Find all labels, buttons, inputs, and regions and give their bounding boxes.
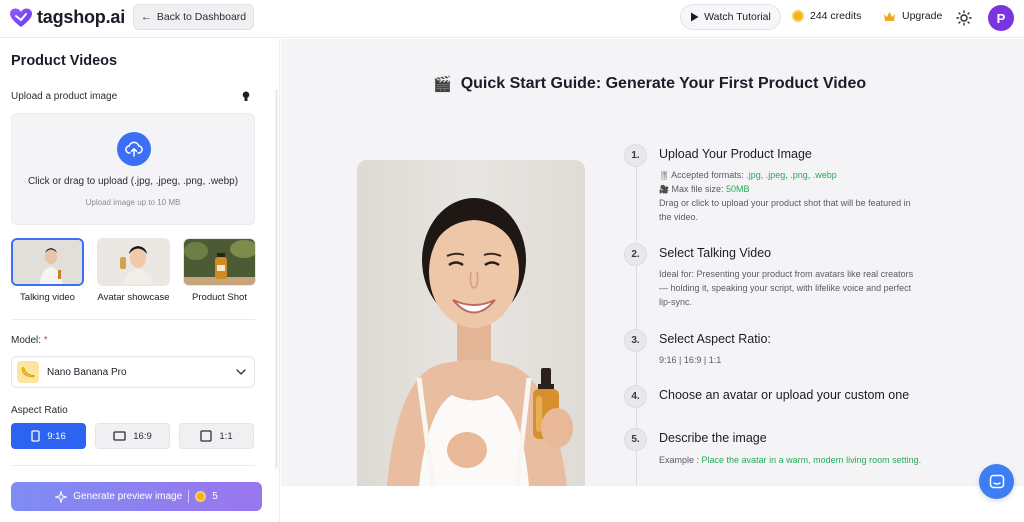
coin-icon bbox=[195, 491, 207, 502]
step-5-number: 5. bbox=[624, 428, 647, 451]
sparkle-icon bbox=[55, 490, 68, 503]
step-2-title: Select Talking Video bbox=[659, 246, 772, 260]
upgrade-label: Upgrade bbox=[902, 10, 943, 22]
aspect-16-9-button[interactable]: 16:9 bbox=[95, 423, 170, 449]
watch-tutorial-button[interactable]: Watch Tutorial bbox=[680, 4, 781, 30]
play-icon bbox=[691, 12, 699, 22]
step-3-number: 3. bbox=[624, 329, 647, 352]
model-label: Model: * bbox=[11, 335, 48, 346]
video-camera-icon: 🎥 bbox=[659, 185, 669, 194]
upload-dropzone[interactable]: Click or drag to upload (.jpg, .jpeg, .p… bbox=[11, 113, 255, 225]
step-2-desc-line1: Ideal for: Presenting your product from … bbox=[659, 269, 914, 279]
upgrade-button[interactable]: Upgrade bbox=[883, 10, 942, 22]
top-bar: tagshop.ai ← Back to Dashboard Watch Tut… bbox=[0, 0, 1024, 38]
guide-title: 🎬 Quick Start Guide: Generate Your First… bbox=[433, 75, 866, 93]
upload-instructions: Click or drag to upload (.jpg, .jpeg, .p… bbox=[27, 176, 239, 187]
avatar-showcase-thumbnail bbox=[97, 238, 170, 286]
aspect-label-16-9: 16:9 bbox=[133, 430, 152, 442]
step-2-desc-line2: — holding it, speaking your script, with… bbox=[659, 283, 912, 293]
sidebar-divider-bottom bbox=[11, 465, 255, 466]
step-1-number: 1. bbox=[624, 144, 647, 167]
portrait-rect-icon bbox=[31, 430, 40, 442]
step-1-desc-line2: the video. bbox=[659, 212, 699, 222]
cloud-upload-icon bbox=[117, 132, 151, 166]
chevron-down-icon bbox=[236, 369, 246, 375]
step-2-number: 2. bbox=[624, 243, 647, 266]
crown-icon bbox=[884, 11, 895, 21]
upload-size-limit: Upload image up to 10 MB bbox=[85, 198, 181, 207]
type-label-product-shot: Product Shot bbox=[192, 292, 247, 303]
back-to-dashboard-button[interactable]: ← Back to Dashboard bbox=[133, 4, 254, 30]
aspect-9-16-button[interactable]: 9:16 bbox=[11, 423, 86, 449]
credits-text: 244 credits bbox=[810, 10, 862, 22]
sample-avatar-image bbox=[357, 160, 585, 486]
model-label-text: Model: bbox=[11, 335, 42, 346]
logo[interactable]: tagshop.ai bbox=[9, 7, 125, 28]
aspect-label-9-16: 9:16 bbox=[47, 430, 66, 442]
user-avatar[interactable]: P bbox=[988, 5, 1014, 31]
type-option-talking-video[interactable]: Talking video bbox=[11, 238, 84, 303]
example-value: Place the avatar in a warm, modern livin… bbox=[701, 455, 922, 465]
product-shot-thumbnail bbox=[183, 238, 256, 286]
step-1-size: 🎥 Max file size: 50MB bbox=[659, 182, 750, 197]
back-label: Back to Dashboard bbox=[156, 11, 247, 23]
step-4-title: Choose an avatar or upload your custom o… bbox=[659, 388, 910, 402]
generate-preview-button[interactable]: Generate preview image 5 bbox=[11, 482, 262, 511]
sidebar-divider bbox=[11, 319, 255, 320]
step-1-title: Upload Your Product Image bbox=[659, 147, 812, 161]
type-label-talking-video: Talking video bbox=[20, 292, 75, 303]
main-panel: 🎬 Quick Start Guide: Generate Your First… bbox=[281, 39, 1024, 486]
step-3-ratios: 9:16 | 16:9 | 1:1 bbox=[659, 355, 722, 365]
step-1-desc-line1: Drag or click to upload your product sho… bbox=[659, 198, 911, 208]
example-prefix: Example : bbox=[659, 455, 702, 465]
upload-label: Upload a product image bbox=[11, 91, 118, 102]
generate-label: Generate preview image bbox=[73, 491, 183, 502]
chat-support-button[interactable] bbox=[979, 464, 1014, 499]
generate-separator bbox=[188, 490, 190, 503]
aspect-1-1-button[interactable]: 1:1 bbox=[179, 423, 254, 449]
size-value: 50MB bbox=[726, 184, 750, 194]
aspect-ratio-label: Aspect Ratio bbox=[11, 405, 68, 416]
size-prefix: Max file size: bbox=[671, 184, 726, 194]
formats-value: .jpg, .jpeg, .png, .webp bbox=[746, 170, 837, 180]
model-value: Nano Banana Pro bbox=[47, 366, 127, 378]
sidebar: Product Videos Upload a product image Cl… bbox=[0, 39, 280, 522]
step-5-example: Example : Place the avatar in a warm, mo… bbox=[659, 453, 921, 467]
talking-video-thumbnail bbox=[11, 238, 84, 286]
formats-prefix: Accepted formats: bbox=[671, 170, 747, 180]
chat-icon bbox=[989, 474, 1004, 488]
type-option-avatar-showcase[interactable]: Avatar showcase bbox=[97, 238, 170, 303]
clapperboard-icon: 🎬 bbox=[433, 76, 452, 93]
guide-title-text: Quick Start Guide: Generate Your First P… bbox=[460, 75, 867, 92]
logo-text: tagshop.ai bbox=[37, 7, 126, 27]
aspect-label-1-1: 1:1 bbox=[219, 430, 233, 442]
coin-icon bbox=[792, 10, 804, 22]
heart-logo-icon bbox=[10, 8, 32, 27]
type-option-product-shot[interactable]: Product Shot bbox=[183, 238, 256, 303]
square-icon bbox=[200, 430, 213, 442]
step-1-formats: 🎚 Accepted formats: .jpg, .jpeg, .png, .… bbox=[659, 168, 837, 183]
step-4-number: 4. bbox=[624, 385, 647, 408]
banana-icon bbox=[17, 361, 39, 383]
watch-label: Watch Tutorial bbox=[704, 11, 771, 23]
sidebar-title: Product Videos bbox=[11, 53, 118, 69]
type-label-avatar-showcase: Avatar showcase bbox=[97, 292, 170, 303]
file-icon: 🎚 bbox=[659, 171, 670, 180]
generate-cost: 5 bbox=[212, 491, 218, 502]
landscape-rect-icon bbox=[113, 431, 126, 441]
step-5-title: Describe the image bbox=[659, 431, 767, 445]
arrow-left-icon: ← bbox=[140, 11, 152, 23]
required-asterisk: * bbox=[43, 335, 48, 346]
sidebar-scrollbar[interactable] bbox=[275, 89, 278, 469]
model-select[interactable]: Nano Banana Pro bbox=[11, 356, 255, 388]
step-2-desc-line3: lip-sync. bbox=[659, 297, 693, 307]
step-3-title: Select Aspect Ratio: bbox=[659, 332, 771, 346]
main-footer-area bbox=[281, 486, 1024, 522]
credits-display: 244 credits bbox=[792, 10, 861, 22]
theme-toggle-sun-icon[interactable] bbox=[956, 10, 972, 26]
lightbulb-icon[interactable] bbox=[242, 91, 250, 102]
